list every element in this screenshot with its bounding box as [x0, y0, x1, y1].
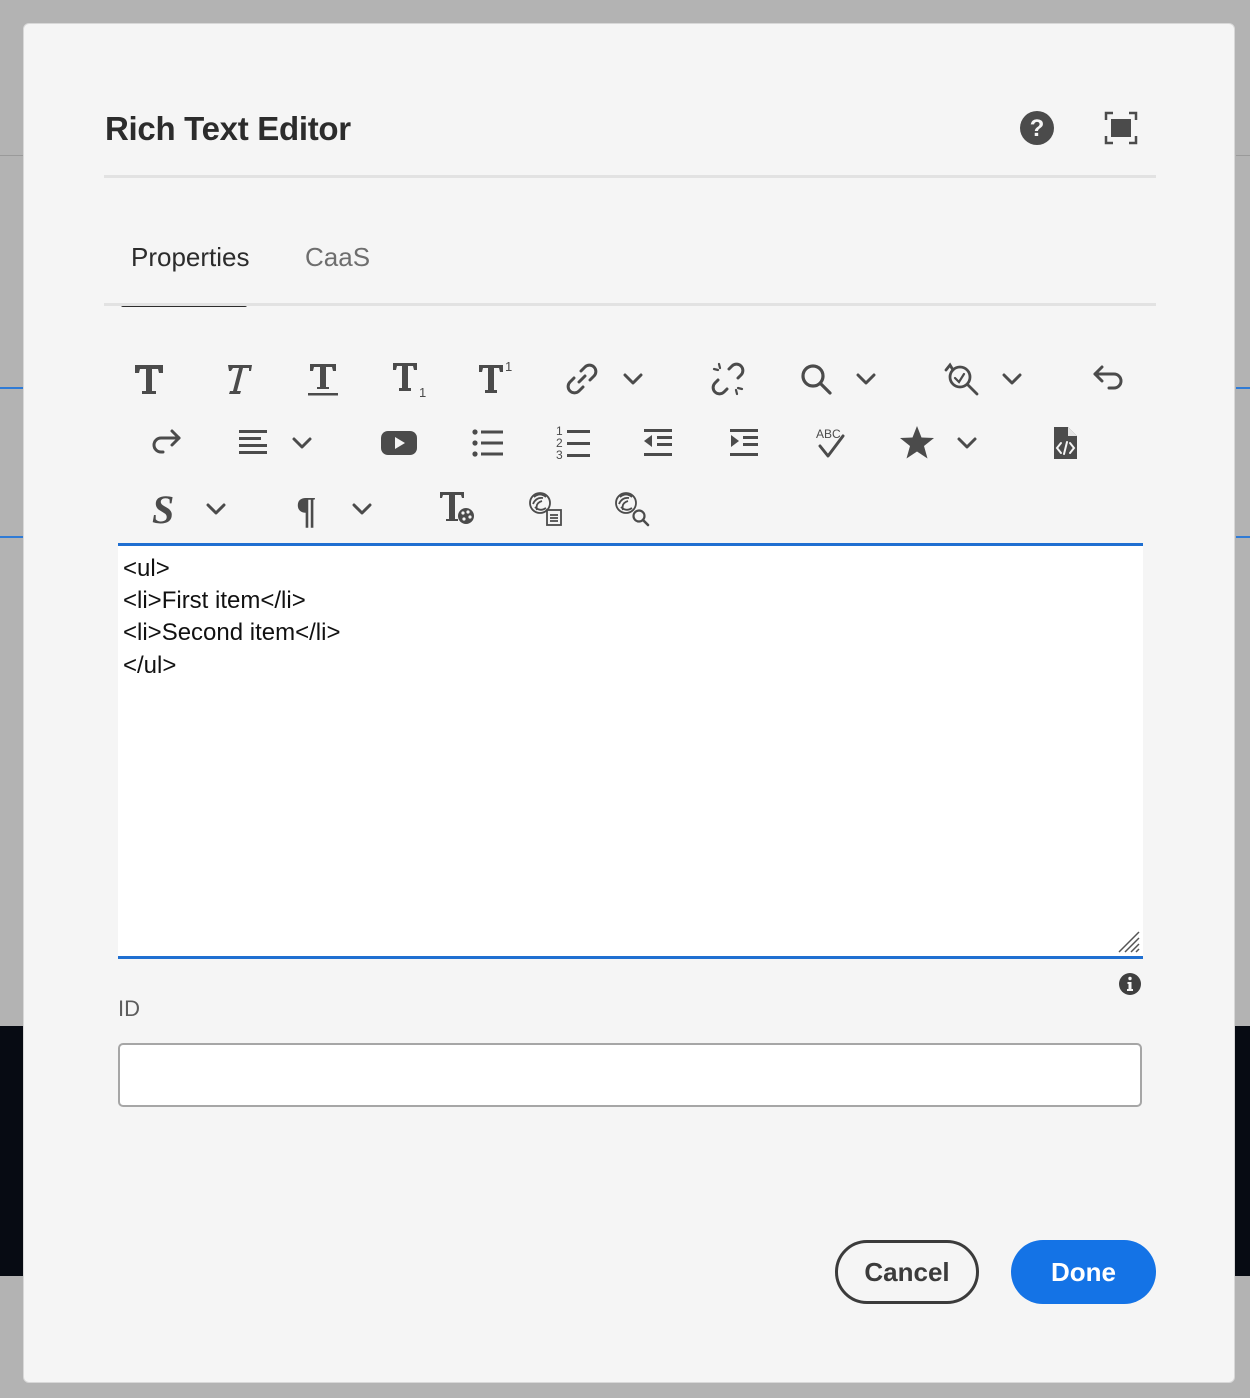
- bold-icon: [135, 365, 163, 394]
- star-icon: [900, 426, 934, 459]
- background-divider: [1236, 155, 1250, 156]
- justify-icon: [239, 430, 267, 454]
- paragraph-format-dropdown-chevron-icon[interactable]: [350, 497, 374, 521]
- subscript-button[interactable]: 1: [390, 359, 430, 399]
- rich-text-editor-area[interactable]: <ul> <li>First item</li> <li>Second item…: [118, 543, 1143, 959]
- background-accent-line: [0, 536, 23, 538]
- special-characters-button[interactable]: [897, 423, 937, 463]
- link-button[interactable]: [562, 359, 602, 399]
- svg-text:?: ?: [1030, 115, 1045, 142]
- youtube-button[interactable]: [379, 423, 419, 463]
- text-style-icon: [440, 492, 474, 524]
- styles-glyph: S: [152, 487, 174, 529]
- underline-icon: [308, 364, 338, 396]
- fullscreen-icon[interactable]: [1103, 110, 1139, 146]
- ai-generate-icon: [529, 492, 562, 526]
- paragraph-format-icon: ¶: [296, 490, 317, 529]
- ai-search-button[interactable]: [611, 488, 651, 528]
- styles-dropdown-chevron-icon[interactable]: [204, 497, 228, 521]
- italic-icon: [228, 365, 252, 394]
- find-replace-icon: [944, 362, 979, 396]
- paragraph-format-button[interactable]: ¶: [290, 488, 330, 529]
- redo-button[interactable]: [146, 423, 186, 463]
- rich-text-editor-dialog: Rich Text Editor ? Properties CaaS 1 1 1…: [23, 23, 1235, 1383]
- outdent-icon: [644, 429, 672, 456]
- ai-search-icon: [615, 492, 650, 527]
- underline-button[interactable]: [303, 359, 343, 399]
- special-characters-dropdown-chevron-icon[interactable]: [955, 431, 979, 455]
- outdent-button[interactable]: [638, 423, 678, 463]
- find-icon: [801, 364, 832, 395]
- source-edit-icon: [1054, 427, 1077, 459]
- unlink-icon: [711, 362, 745, 396]
- bullet-list-button[interactable]: [467, 423, 507, 463]
- undo-button[interactable]: [1088, 359, 1128, 399]
- find-button[interactable]: [796, 359, 836, 399]
- superscript-button[interactable]: 1: [476, 359, 516, 399]
- done-button[interactable]: Done: [1011, 1240, 1156, 1304]
- redo-icon: [152, 429, 181, 454]
- find-replace-button[interactable]: [942, 359, 982, 399]
- justify-dropdown-chevron-icon[interactable]: [290, 431, 314, 455]
- link-dropdown-chevron-icon[interactable]: [621, 367, 645, 391]
- justify-button[interactable]: [233, 423, 273, 463]
- editor-line: </ul>: [123, 652, 177, 679]
- spellcheck-abc-label: ABC: [816, 427, 841, 441]
- resize-handle-icon[interactable]: [1115, 928, 1141, 954]
- youtube-icon: [381, 431, 417, 455]
- background-accent-line: [1236, 536, 1250, 538]
- editor-line: <ul>: [123, 555, 170, 582]
- cancel-button[interactable]: Cancel: [835, 1240, 979, 1304]
- background-accent-line: [0, 387, 23, 389]
- link-icon: [566, 363, 598, 395]
- undo-icon: [1093, 365, 1123, 390]
- subscript-icon: 1: [393, 363, 426, 399]
- find-dropdown-chevron-icon[interactable]: [854, 367, 878, 391]
- unlink-button[interactable]: [708, 359, 748, 399]
- tab-properties[interactable]: Properties: [131, 242, 250, 273]
- styles-icon: S: [152, 487, 174, 529]
- tabs-divider: [104, 303, 1156, 306]
- tab-caas[interactable]: CaaS: [305, 242, 370, 273]
- info-icon[interactable]: [1118, 972, 1142, 996]
- indent-button[interactable]: [724, 423, 764, 463]
- id-field-label: ID: [118, 996, 140, 1021]
- italic-button[interactable]: [217, 359, 257, 399]
- spellcheck-icon: ABC: [816, 427, 845, 458]
- numbered-list-button[interactable]: 1 2 3: [553, 423, 593, 463]
- subscript-digit: 1: [419, 385, 426, 399]
- numbered-digit: 3: [556, 448, 563, 462]
- editor-line: <li>First item</li>: [123, 587, 306, 614]
- find-replace-dropdown-chevron-icon[interactable]: [1000, 367, 1024, 391]
- superscript-icon: 1: [479, 359, 512, 393]
- styles-button[interactable]: S: [146, 487, 186, 529]
- bold-button[interactable]: [129, 359, 169, 399]
- ai-generate-button[interactable]: [525, 488, 565, 528]
- source-edit-button[interactable]: [1045, 423, 1085, 463]
- id-field-input[interactable]: [118, 1043, 1142, 1107]
- spellcheck-button[interactable]: ABC: [811, 423, 851, 463]
- dialog-title: Rich Text Editor: [105, 110, 351, 147]
- numbered-list-icon: 1 2 3: [556, 424, 590, 462]
- help-icon[interactable]: ?: [1019, 110, 1055, 146]
- background-accent-line: [1236, 387, 1250, 389]
- indent-icon: [730, 429, 758, 456]
- header-divider: [104, 175, 1156, 178]
- paragraph-glyph: ¶: [296, 490, 317, 529]
- superscript-digit: 1: [505, 359, 512, 374]
- bullet-list-icon: [472, 429, 503, 457]
- text-style-button[interactable]: [437, 488, 477, 528]
- editor-line: <li>Second item</li>: [123, 619, 341, 646]
- background-divider: [0, 155, 23, 156]
